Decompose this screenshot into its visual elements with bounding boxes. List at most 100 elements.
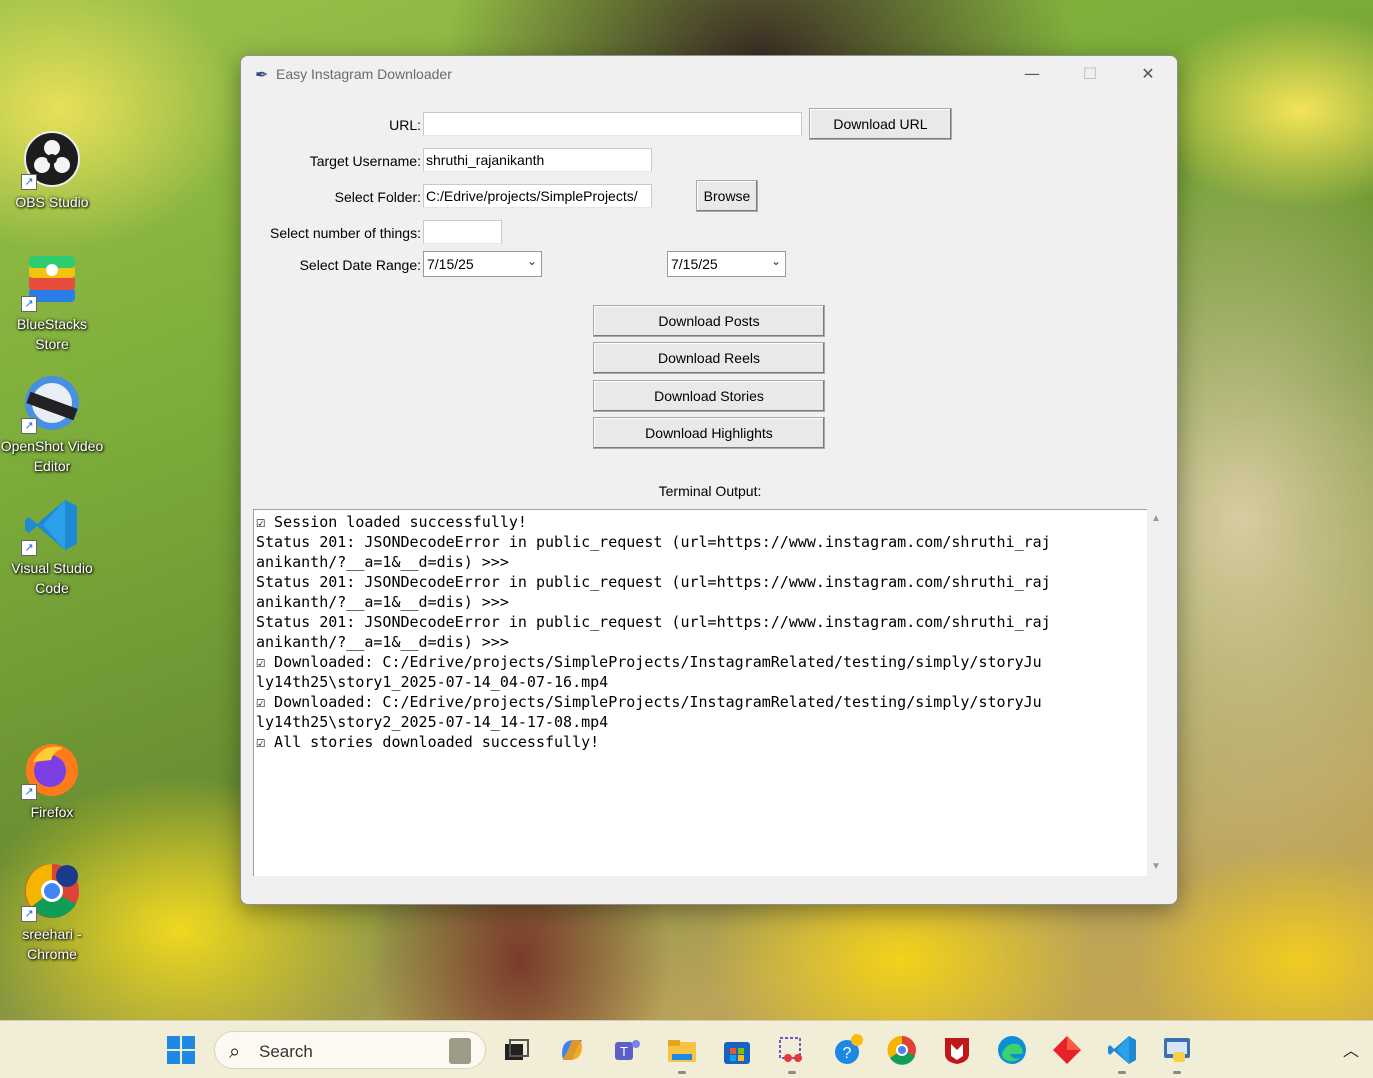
vscode-icon xyxy=(1108,1036,1136,1064)
store-icon xyxy=(724,1042,750,1064)
download-reels-button[interactable]: Download Reels xyxy=(593,342,825,374)
desktop-icon-label: Firefox xyxy=(30,804,74,820)
date-start-value: 7/15/25 xyxy=(427,256,474,272)
terminal-line: ☑ Session loaded successfully! xyxy=(256,513,527,531)
terminal-line: ly14th25\story1_2025-07-14_04-07-16.mp4 xyxy=(256,673,609,691)
teams-button[interactable]: T xyxy=(611,1034,643,1066)
search-icon: ⌕ xyxy=(229,1039,241,1063)
download-posts-button[interactable]: Download Posts xyxy=(593,305,825,337)
terminal-scrollbar[interactable]: ▲ ▼ xyxy=(1147,509,1165,876)
chrome-icon xyxy=(887,1035,916,1065)
url-label: URL: xyxy=(389,117,421,133)
desktop-icon-label: OpenShot Video Editor xyxy=(0,438,104,474)
task-view-button[interactable] xyxy=(501,1034,533,1066)
python-icon xyxy=(1164,1038,1190,1062)
desktop-icon-vscode[interactable]: ↗ Visual Studio Code xyxy=(0,496,104,598)
mcafee-button[interactable] xyxy=(941,1034,973,1066)
terminal-line: ☑ All stories downloaded successfully! xyxy=(256,733,600,751)
copilot-button[interactable] xyxy=(556,1034,588,1066)
desktop-icon-label: BlueStacks Store xyxy=(16,316,88,352)
terminal-line: anikanth/?__a=1&__d=dis) >>> xyxy=(256,633,509,651)
desktop-icon-label: Visual Studio Code xyxy=(11,560,93,596)
date-range-label: Select Date Range: xyxy=(299,257,421,273)
running-indicator xyxy=(1173,1071,1181,1074)
username-input[interactable]: shruthi_rajanikanth xyxy=(423,148,652,172)
store-button[interactable] xyxy=(721,1034,753,1066)
username-label: Target Username: xyxy=(309,153,421,169)
terminal-line: anikanth/?__a=1&__d=dis) >>> xyxy=(256,553,509,571)
app-window: ✒ Easy Instagram Downloader — ☐ ✕ URL: D… xyxy=(240,55,1178,905)
chevron-up-icon[interactable]: ︿ xyxy=(1343,1037,1359,1061)
feather-icon: ✒ xyxy=(255,65,269,84)
snipping-tool-icon xyxy=(779,1037,802,1062)
running-indicator xyxy=(678,1071,686,1074)
start-button[interactable] xyxy=(165,1034,197,1066)
app-diamond-button[interactable] xyxy=(1051,1034,1083,1066)
teams-icon: T xyxy=(615,1040,640,1060)
close-button[interactable]: ✕ xyxy=(1119,56,1177,92)
start-icon xyxy=(167,1036,195,1064)
date-start-picker[interactable]: 7/15/25 ⌄ xyxy=(423,251,542,277)
scroll-up-icon[interactable]: ▲ xyxy=(1151,513,1161,524)
minimize-button[interactable]: — xyxy=(1003,56,1061,92)
download-highlights-button[interactable]: Download Highlights xyxy=(593,417,825,449)
openshot-icon: ↗ xyxy=(21,374,81,434)
shortcut-arrow-icon: ↗ xyxy=(21,906,37,922)
window-titlebar[interactable]: ✒ Easy Instagram Downloader — ☐ ✕ xyxy=(241,56,1177,92)
date-end-picker[interactable]: 7/15/25 ⌄ xyxy=(667,251,786,277)
desktop-icon-label: OBS Studio xyxy=(15,194,89,210)
desktop-icon-openshot[interactable]: ↗ OpenShot Video Editor xyxy=(0,374,104,476)
taskbar: ⌕ Search T ? ︿ xyxy=(0,1020,1373,1078)
search-placeholder: Search xyxy=(259,1042,313,1061)
terminal-line: ☑ Downloaded: C:/Edrive/projects/SimpleP… xyxy=(256,693,1042,711)
chrome-icon: ↗ xyxy=(21,862,81,922)
taskbar-search[interactable]: ⌕ Search xyxy=(214,1031,486,1069)
chevron-down-icon[interactable]: ⌄ xyxy=(771,254,781,268)
download-stories-button[interactable]: Download Stories xyxy=(593,380,825,412)
shortcut-arrow-icon: ↗ xyxy=(21,174,37,190)
folder-label: Select Folder: xyxy=(334,189,421,205)
count-label: Select number of things: xyxy=(270,225,421,241)
edge-button[interactable] xyxy=(996,1034,1028,1066)
chevron-down-icon[interactable]: ⌄ xyxy=(527,254,537,268)
python-button[interactable] xyxy=(1161,1034,1193,1074)
snipping-tool-button[interactable] xyxy=(776,1034,808,1074)
terminal-line: ☑ Downloaded: C:/Edrive/projects/SimpleP… xyxy=(256,653,1042,671)
terminal-line: anikanth/?__a=1&__d=dis) >>> xyxy=(256,593,509,611)
terminal-output[interactable]: ☑ Session loaded successfully! Status 20… xyxy=(253,509,1147,876)
firefox-icon: ↗ xyxy=(21,740,81,800)
search-highlight-icon xyxy=(449,1038,471,1064)
bluestacks-icon: ↗ xyxy=(21,252,81,312)
scroll-down-icon[interactable]: ▼ xyxy=(1151,861,1161,872)
file-explorer-button[interactable] xyxy=(666,1034,698,1074)
desktop-icon-label: sreehari - Chrome xyxy=(22,926,82,962)
help-button[interactable]: ? xyxy=(831,1034,863,1066)
window-content: URL: Download URL Target Username: shrut… xyxy=(241,92,1177,904)
file-explorer-icon xyxy=(668,1040,696,1062)
task-view-icon xyxy=(505,1039,529,1060)
running-indicator xyxy=(788,1071,796,1074)
date-end-value: 7/15/25 xyxy=(671,256,718,272)
desktop-icon-obs[interactable]: ↗ OBS Studio xyxy=(0,130,104,212)
terminal-line: Status 201: JSONDecodeError in public_re… xyxy=(256,573,1051,591)
terminal-line: Status 201: JSONDecodeError in public_re… xyxy=(256,533,1051,551)
desktop-icon-firefox[interactable]: ↗ Firefox xyxy=(0,740,104,822)
url-input[interactable] xyxy=(423,112,802,136)
vscode-taskbar-button[interactable] xyxy=(1106,1034,1138,1074)
folder-input[interactable]: C:/Edrive/projects/SimpleProjects/ xyxy=(423,184,652,208)
shortcut-arrow-icon: ↗ xyxy=(21,540,37,556)
chrome-button[interactable] xyxy=(886,1034,918,1066)
copilot-icon xyxy=(562,1040,582,1060)
browse-button[interactable]: Browse xyxy=(696,180,758,212)
svg-text:T: T xyxy=(620,1044,628,1059)
count-input[interactable] xyxy=(423,220,502,244)
maximize-button[interactable]: ☐ xyxy=(1061,56,1119,92)
shortcut-arrow-icon: ↗ xyxy=(21,418,37,434)
desktop-icon-bluestacks[interactable]: ↗ BlueStacks Store xyxy=(0,252,104,354)
help-icon: ? xyxy=(835,1034,863,1064)
running-indicator xyxy=(1118,1071,1126,1074)
app-diamond-icon xyxy=(1053,1036,1081,1064)
terminal-line: Status 201: JSONDecodeError in public_re… xyxy=(256,613,1051,631)
desktop-icon-chrome-profile[interactable]: ↗ sreehari - Chrome xyxy=(0,862,104,964)
download-url-button[interactable]: Download URL xyxy=(809,108,952,140)
